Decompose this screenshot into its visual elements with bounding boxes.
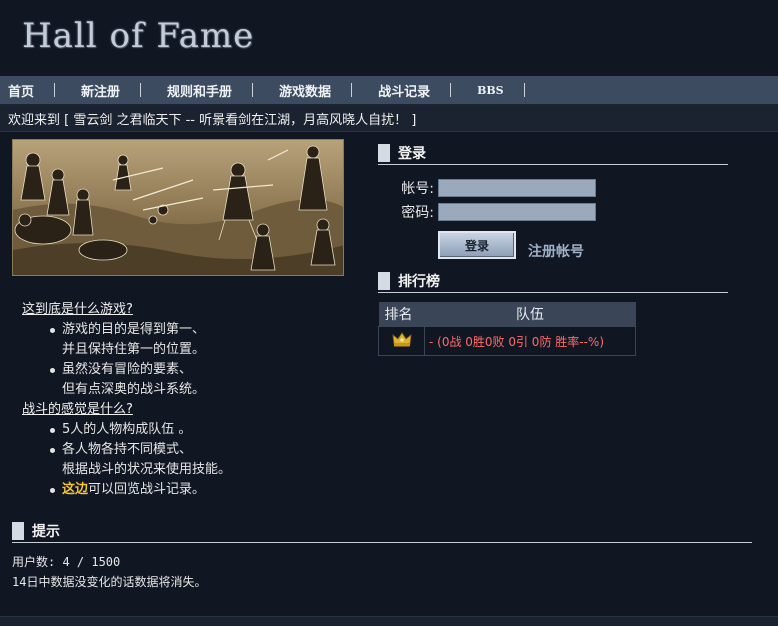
list-item-line: 虽然没有冒险的要素、: [62, 362, 193, 377]
nav-register[interactable]: 新注册: [73, 76, 159, 104]
site-logo[interactable]: Hall of Fame: [22, 16, 254, 56]
nav-separator: [450, 83, 452, 97]
nav-bbs[interactable]: BBS: [469, 76, 543, 104]
table-header-row: 排名 队伍: [378, 302, 636, 327]
column-header-rank: 排名: [378, 302, 425, 327]
nav-label: 战斗记录: [378, 84, 431, 100]
password-label: 密码:: [401, 205, 434, 221]
account-label: 帐号:: [401, 181, 434, 197]
account-row: 帐号:: [378, 178, 596, 198]
register-account-link[interactable]: 注册帐号: [528, 241, 584, 261]
list-item-line: 游戏的目的是得到第一、: [62, 322, 206, 337]
nav-separator: [54, 83, 56, 97]
battle-log-link[interactable]: 这边: [62, 482, 88, 497]
list-item-line: 根据战斗的状况来使用技能。: [62, 462, 232, 477]
login-section-header: 登录: [378, 142, 728, 165]
list-item-line: 并且保持住第一的位置。: [62, 342, 206, 357]
list-item: 这边可以回览战斗记录。: [50, 480, 352, 500]
section-marker: [378, 272, 390, 290]
account-input[interactable]: [438, 179, 596, 197]
nav-label: 首页: [8, 84, 35, 100]
list-item-text: 可以回览战斗记录。: [88, 482, 206, 497]
ranking-title: 排行榜: [398, 274, 440, 290]
welcome-text: 欢迎来到 [ 雪云剑 之君临天下 -- 听景看剑在江湖，月高风晓人自扰！ ]: [8, 113, 417, 128]
password-row: 密码:: [378, 202, 596, 222]
nav-label: BBS: [477, 83, 504, 97]
battle-illustration: [13, 140, 343, 275]
section-marker: [378, 144, 390, 162]
nav-label: 新注册: [81, 84, 121, 100]
tips-section-header: 提示: [12, 520, 752, 543]
crown-icon: [391, 332, 412, 347]
password-input[interactable]: [438, 203, 596, 221]
list-item-line: 5人的人物构成队伍 。: [62, 422, 192, 437]
battle-banner-image: [12, 139, 344, 276]
login-title: 登录: [398, 146, 426, 162]
list-item-line: 各人物各持不同模式、: [62, 442, 193, 457]
nav-separator: [252, 83, 254, 97]
nav-battle-log[interactable]: 战斗记录: [370, 76, 469, 104]
login-button[interactable]: 登录: [438, 231, 516, 259]
list-item: 各人物各持不同模式、 根据战斗的状况来使用技能。: [50, 440, 352, 480]
list-item: 虽然没有冒险的要素、 但有点深奥的战斗系统。: [50, 360, 352, 400]
nav-separator: [140, 83, 142, 97]
table-row[interactable]: - (0战 0胜0败 0引 0防 胜率--%): [378, 326, 636, 356]
tips-title: 提示: [32, 524, 60, 540]
nav-game-data[interactable]: 游戏数据: [271, 76, 370, 104]
section-marker: [12, 522, 24, 540]
question-battle-feel: 战斗的感觉是什么?: [22, 402, 133, 417]
ranking-section-header: 排行榜: [378, 270, 728, 293]
nav-separator: [523, 83, 525, 97]
nav-rules[interactable]: 规则和手册: [159, 76, 271, 104]
user-count: 用户数: 4 / 1500: [12, 555, 121, 569]
data-expiry-note: 14日中数据没变化的话数据将消失。: [12, 575, 207, 589]
nav-label: 游戏数据: [279, 84, 332, 100]
main-nav: 首页 新注册 规则和手册 游戏数据 战斗记录 BBS: [0, 76, 778, 106]
list-item-line: 但有点深奥的战斗系统。: [62, 382, 206, 397]
nav-home[interactable]: 首页: [0, 76, 73, 104]
welcome-bar: 欢迎来到 [ 雪云剑 之君临天下 -- 听景看剑在江湖，月高风晓人自扰！ ]: [0, 106, 778, 132]
game-info: 这到底是什么游戏? 游戏的目的是得到第一、 并且保持住第一的位置。 虽然没有冒险…: [22, 300, 352, 500]
question-what-game: 这到底是什么游戏?: [22, 302, 133, 317]
list-item: 游戏的目的是得到第一、 并且保持住第一的位置。: [50, 320, 352, 360]
nav-label: 规则和手册: [167, 84, 233, 100]
nav-separator: [351, 83, 353, 97]
header: Hall of Fame: [0, 0, 778, 76]
team-cell[interactable]: - (0战 0胜0败 0引 0防 胜率--%): [424, 326, 636, 356]
ranking-table: 排名 队伍 - (0战 0胜0败 0引 0防 胜率--%): [378, 302, 636, 356]
tips-body: 用户数: 4 / 1500 14日中数据没变化的话数据将消失。: [12, 552, 206, 592]
column-header-team: 队伍: [424, 302, 636, 327]
list-item: 5人的人物构成队伍 。: [50, 420, 352, 440]
rank-cell: [378, 326, 425, 356]
